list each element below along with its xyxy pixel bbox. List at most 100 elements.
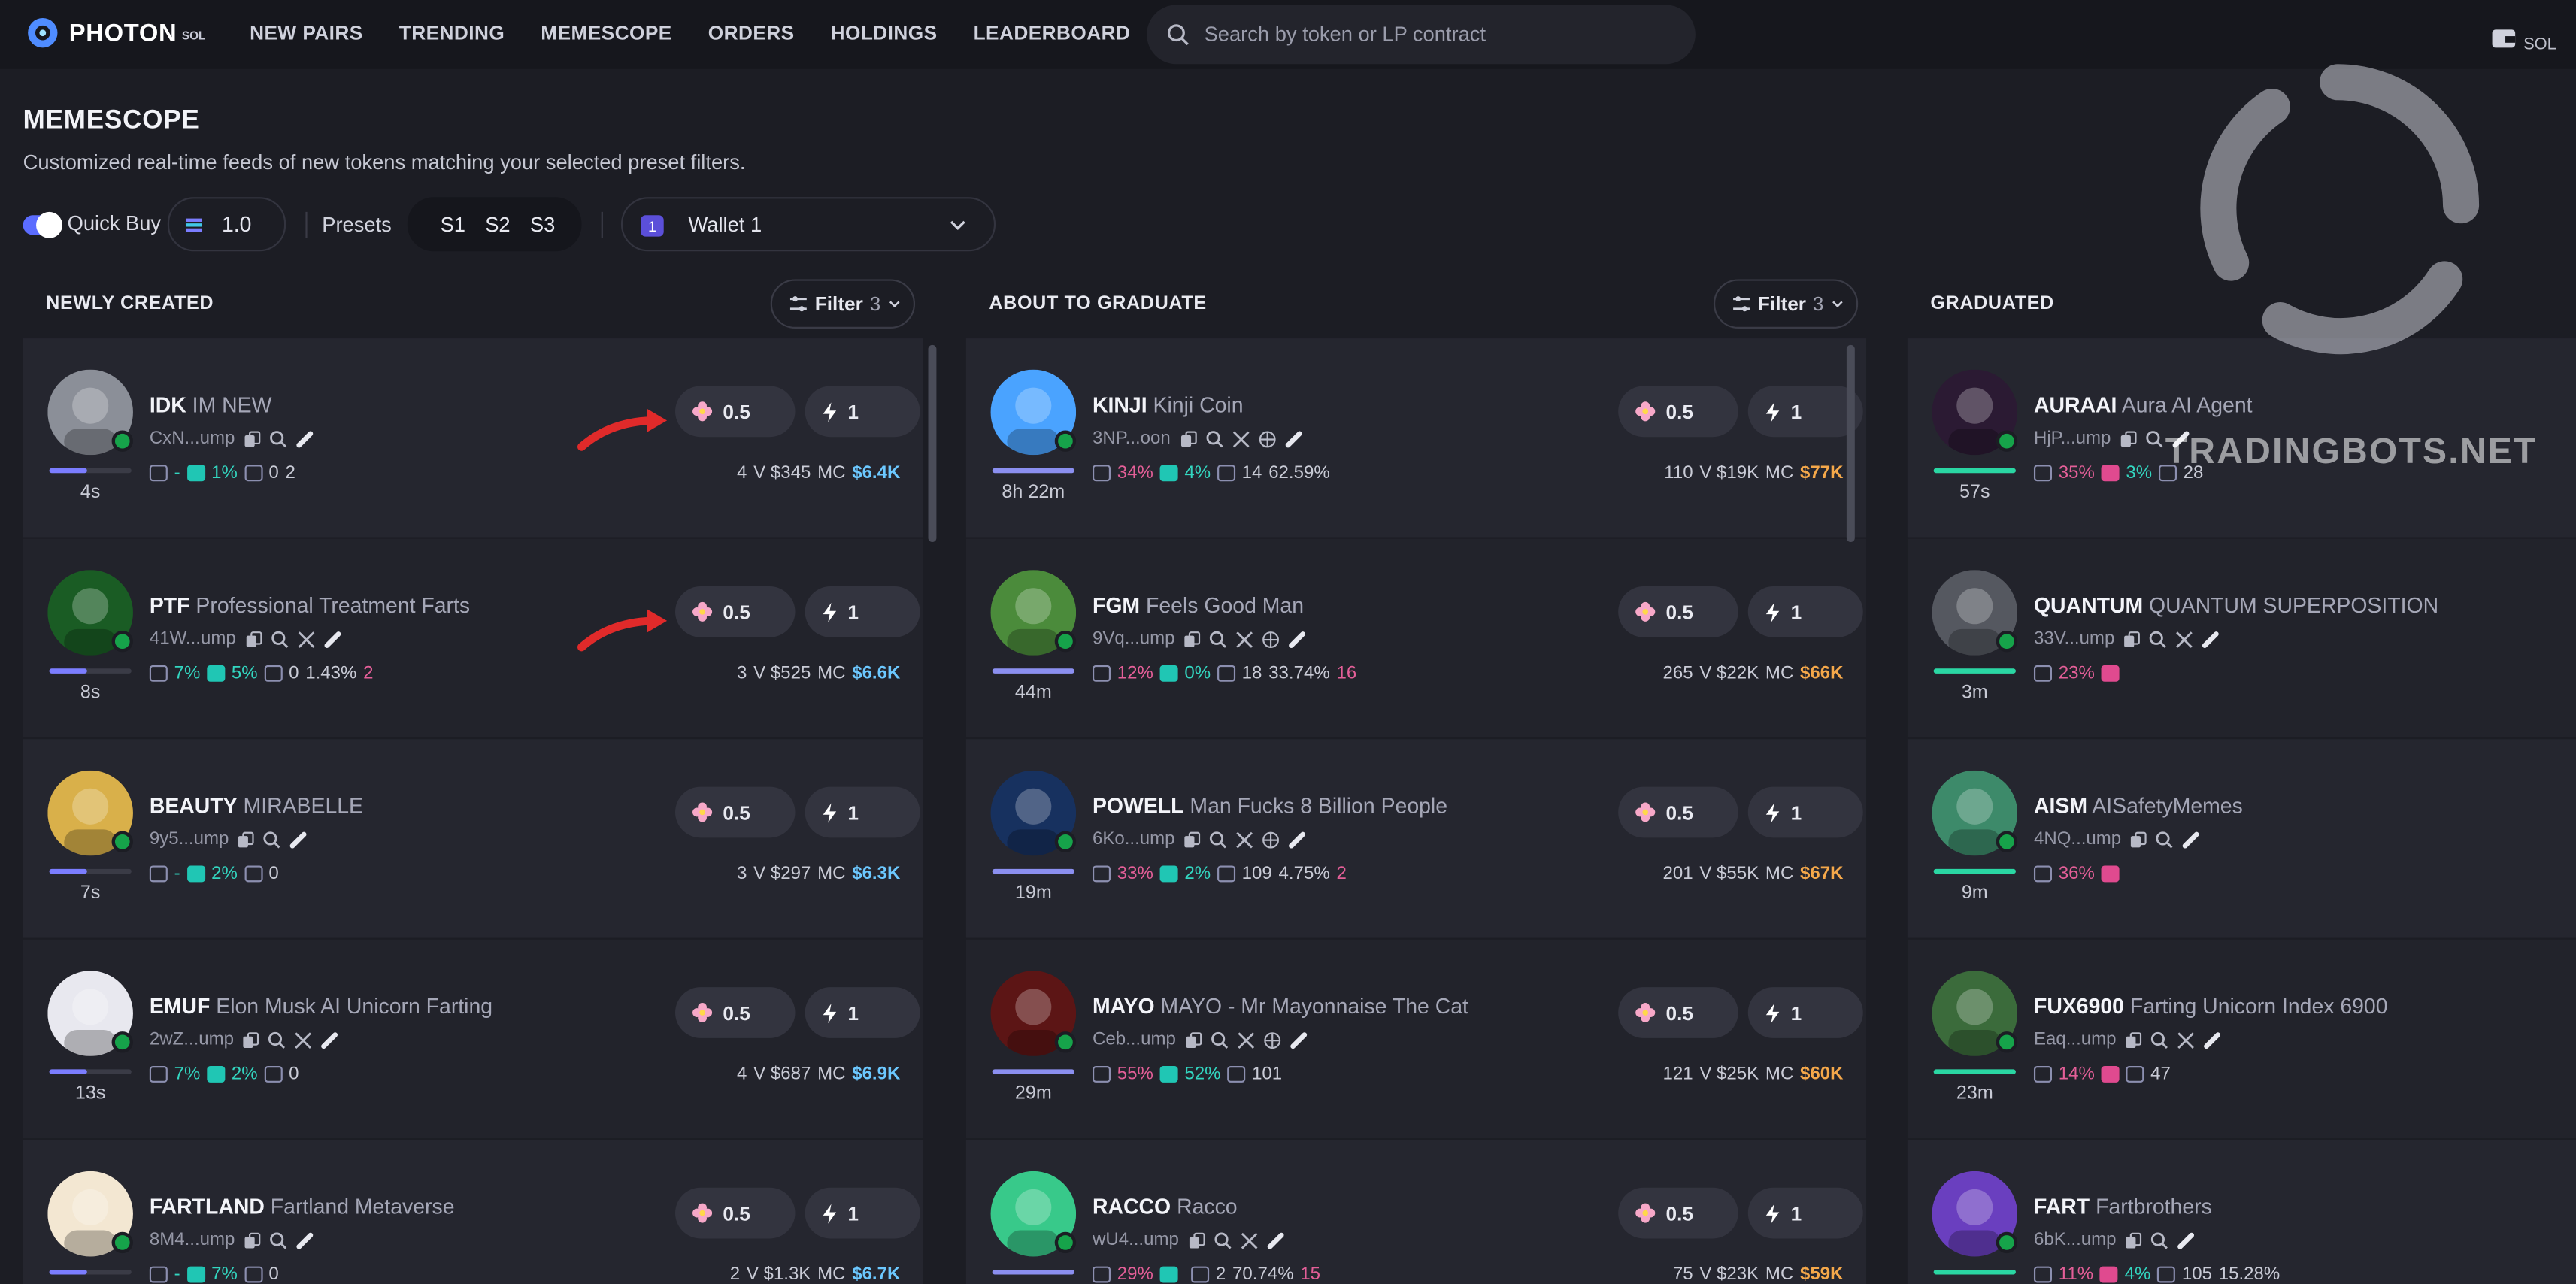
quick-buy-button-b[interactable]: 1 bbox=[1747, 987, 1863, 1038]
search-icon[interactable] bbox=[2149, 630, 2167, 648]
copy-icon[interactable] bbox=[244, 630, 262, 648]
token-card[interactable]: FART Fartbrothers 6bK...ump 11% 4% 105 15.28% bbox=[1907, 1140, 2576, 1284]
x-social-icon[interactable] bbox=[297, 630, 315, 648]
token-name[interactable]: FARTLAND Fartland Metaverse bbox=[150, 1194, 455, 1219]
token-name[interactable]: IDK IM NEW bbox=[150, 392, 272, 417]
copy-icon[interactable] bbox=[1183, 830, 1201, 848]
copy-icon[interactable] bbox=[2119, 429, 2137, 447]
search-icon[interactable] bbox=[271, 630, 289, 648]
token-name[interactable]: PTF Professional Treatment Farts bbox=[150, 593, 470, 618]
pill-icon[interactable] bbox=[2182, 830, 2200, 848]
quick-buy-button-a[interactable]: 0.5 bbox=[1618, 386, 1738, 438]
token-card[interactable]: 44m FGM Feels Good Man 9Vq...ump 12% 0% 18 33.… bbox=[965, 538, 1867, 738]
copy-icon[interactable] bbox=[2129, 830, 2147, 848]
token-card[interactable]: RACCO Racco wU4...ump 29% 2 70.74% 15 0.5 1 75 V … bbox=[965, 1140, 1867, 1284]
quick-buy-value[interactable]: 1.0 bbox=[222, 212, 251, 237]
token-name[interactable]: QUANTUM QUANTUM SUPERPOSITION bbox=[2034, 593, 2438, 618]
photon-logo[interactable]: PHOTON SOL bbox=[26, 17, 205, 50]
pill-icon[interactable] bbox=[1266, 1231, 1284, 1249]
preset-s2[interactable]: S2 bbox=[485, 213, 510, 236]
search-icon[interactable] bbox=[263, 830, 281, 848]
x-social-icon[interactable] bbox=[1235, 830, 1253, 848]
nav-trending[interactable]: TRENDING bbox=[399, 21, 505, 44]
token-card[interactable]: 13s EMUF Elon Musk AI Unicorn Farting 2wZ.… bbox=[23, 939, 923, 1139]
wallet-selector[interactable]: 1 Wallet 1 bbox=[620, 197, 996, 252]
copy-icon[interactable] bbox=[1179, 429, 1197, 447]
copy-icon[interactable] bbox=[237, 830, 255, 848]
x-social-icon[interactable] bbox=[2175, 630, 2193, 648]
token-card[interactable]: 3m QUANTUM QUANTUM SUPERPOSITION 33V...ump… bbox=[1907, 538, 2576, 738]
copy-icon[interactable] bbox=[1187, 1231, 1205, 1249]
x-social-icon[interactable] bbox=[1237, 1031, 1255, 1049]
pill-icon[interactable] bbox=[321, 1031, 339, 1049]
x-social-icon[interactable] bbox=[295, 1031, 313, 1049]
search-icon[interactable] bbox=[1209, 630, 1227, 648]
quick-buy-button-a[interactable]: 0.5 bbox=[1618, 586, 1738, 637]
quick-buy-button-b[interactable]: 1 bbox=[805, 786, 920, 838]
search-icon[interactable] bbox=[268, 1031, 286, 1049]
token-card[interactable]: 4s IDK IM NEW CxN...ump - 1% 0 2 0.5 1 4 V $345 MC $… bbox=[23, 338, 923, 538]
search-icon[interactable] bbox=[2150, 1031, 2168, 1049]
token-card[interactable]: FARTLAND Fartland Metaverse 8M4...ump - 7% 0… bbox=[23, 1140, 923, 1284]
copy-icon[interactable] bbox=[2124, 1031, 2142, 1049]
token-card[interactable]: 9m AISM AISafetyMemes 4NQ...ump 36% bbox=[1907, 739, 2576, 938]
token-name[interactable]: MAYO MAYO - Mr Mayonnaise The Cat bbox=[1093, 994, 1468, 1019]
pill-icon[interactable] bbox=[323, 630, 341, 648]
nav-orders[interactable]: ORDERS bbox=[708, 21, 795, 44]
x-social-icon[interactable] bbox=[1240, 1231, 1258, 1249]
token-card[interactable]: 19m POWELL Man Fucks 8 Billion People 6Ko.… bbox=[965, 739, 1867, 938]
search-icon[interactable] bbox=[1205, 429, 1223, 447]
quick-buy-button-b[interactable]: 1 bbox=[805, 586, 920, 637]
search-icon[interactable] bbox=[2156, 830, 2174, 848]
nav-holdings[interactable]: HOLDINGS bbox=[831, 21, 938, 44]
x-social-icon[interactable] bbox=[1235, 630, 1253, 648]
search-icon[interactable] bbox=[269, 1231, 287, 1249]
token-card[interactable]: 7s BEAUTY MIRABELLE 9y5...ump - 2% 0 0.5 1 3 V $2… bbox=[23, 739, 923, 938]
pill-icon[interactable] bbox=[295, 1231, 314, 1249]
copy-icon[interactable] bbox=[243, 429, 261, 447]
quick-buy-button-b[interactable]: 1 bbox=[805, 987, 920, 1038]
token-card[interactable]: 8h 22m KINJI Kinji Coin 3NP...oon 34% 4% 14 62… bbox=[965, 338, 1867, 538]
token-name[interactable]: POWELL Man Fucks 8 Billion People bbox=[1093, 793, 1447, 818]
pill-icon[interactable] bbox=[2203, 1031, 2221, 1049]
search-icon[interactable] bbox=[2145, 429, 2163, 447]
quick-buy-button-a[interactable]: 0.5 bbox=[675, 987, 796, 1038]
preset-s3[interactable]: S3 bbox=[530, 213, 555, 236]
globe-icon[interactable] bbox=[1262, 830, 1280, 848]
quick-buy-button-b[interactable]: 1 bbox=[1747, 586, 1863, 637]
search-input[interactable] bbox=[1204, 23, 1665, 47]
quick-buy-button-a[interactable]: 0.5 bbox=[1618, 1187, 1738, 1239]
quick-buy-button-b[interactable]: 1 bbox=[1747, 1187, 1863, 1239]
token-name[interactable]: EMUF Elon Musk AI Unicorn Farting bbox=[150, 994, 492, 1019]
toggle-switch[interactable] bbox=[23, 210, 63, 238]
nav-memescope[interactable]: MEMESCOPE bbox=[541, 21, 671, 44]
globe-icon[interactable] bbox=[1262, 630, 1280, 648]
pill-icon[interactable] bbox=[295, 429, 314, 447]
column-scrollbar[interactable] bbox=[1846, 344, 1855, 543]
token-name[interactable]: AISM AISafetyMemes bbox=[2034, 793, 2243, 818]
pill-icon[interactable] bbox=[1284, 429, 1302, 447]
search-icon[interactable] bbox=[2150, 1231, 2168, 1249]
search-icon[interactable] bbox=[269, 429, 287, 447]
token-card[interactable]: 29m MAYO MAYO - Mr Mayonnaise The Cat Ceb.… bbox=[965, 939, 1867, 1139]
token-card[interactable]: 8s PTF Professional Treatment Farts 41W...… bbox=[23, 538, 923, 738]
pill-icon[interactable] bbox=[1290, 1031, 1308, 1049]
token-name[interactable]: FUX6900 Farting Unicorn Index 6900 bbox=[2034, 994, 2388, 1019]
token-card[interactable]: 23m FUX6900 Farting Unicorn Index 6900 Eaq… bbox=[1907, 939, 2576, 1139]
copy-icon[interactable] bbox=[1183, 630, 1201, 648]
quick-buy-button-a[interactable]: 0.5 bbox=[675, 1187, 796, 1239]
quick-buy-button-a[interactable]: 0.5 bbox=[1618, 786, 1738, 838]
token-name[interactable]: RACCO Racco bbox=[1093, 1194, 1238, 1219]
pill-icon[interactable] bbox=[289, 830, 308, 848]
copy-icon[interactable] bbox=[243, 1231, 261, 1249]
copy-icon[interactable] bbox=[2124, 1231, 2142, 1249]
quick-buy-button-b[interactable]: 1 bbox=[1747, 386, 1863, 438]
quick-buy-amount[interactable]: 1.0 bbox=[167, 197, 286, 252]
quick-buy-button-a[interactable]: 0.5 bbox=[675, 586, 796, 637]
search-icon[interactable] bbox=[1211, 1031, 1229, 1049]
quick-buy-button-b[interactable]: 1 bbox=[805, 1187, 920, 1239]
filter-button[interactable]: Filter 3 bbox=[770, 279, 916, 329]
filter-button[interactable]: Filter 3 bbox=[1713, 279, 1859, 329]
quick-buy-button-a[interactable]: 0.5 bbox=[675, 386, 796, 438]
copy-icon[interactable] bbox=[1184, 1031, 1202, 1049]
